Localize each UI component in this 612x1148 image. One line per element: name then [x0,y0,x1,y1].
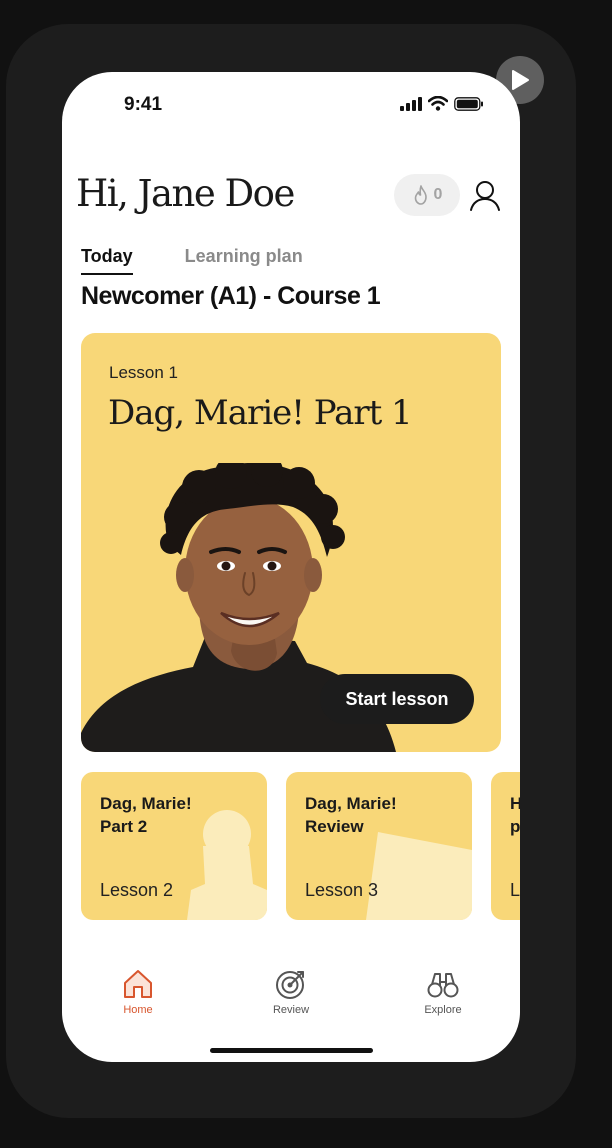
nav-home-label: Home [123,1004,153,1016]
lesson-card-3[interactable]: Dag, Marie! Review Lesson 3 [286,772,472,920]
tab-learning-plan[interactable]: Learning plan [185,246,303,275]
tab-today[interactable]: Today [81,246,133,275]
lesson-4-title-line-1: H [510,794,520,813]
lesson-2-title-line-2: Part 2 [100,817,148,836]
status-time: 9:41 [124,94,163,115]
upcoming-lessons-row: Dag, Marie! Part 2 Lesson 2 Dag, Marie! … [81,772,520,920]
lesson-3-number: Lesson 3 [305,880,379,900]
featured-lesson-card[interactable]: Lesson 1 Dag, Marie! Part 1 Start lesson [81,333,501,752]
featured-lesson-number: Lesson 1 [109,363,178,382]
nav-review-label: Review [272,1004,310,1016]
flame-icon [414,185,427,205]
streak-counter[interactable]: 0 [394,174,460,216]
lesson-4-title-line-2: p [510,817,520,836]
nav-explore[interactable]: Explore [398,968,488,1016]
lesson-3-shape-illustration [366,832,472,920]
play-icon [512,70,529,90]
bottom-navigation: Home Review Explore [62,968,520,1028]
greeting-title: Hi, Jane Doe [76,172,295,215]
wifi-icon [428,96,448,111]
lesson-3-title: Dag, Marie! Review [305,792,455,838]
lesson-3-title-line-1: Dag, Marie! [305,794,397,813]
course-title: Newcomer (A1) - Course 1 [81,282,381,310]
lesson-2-title-line-1: Dag, Marie! [100,794,192,813]
profile-button[interactable] [468,178,502,212]
lesson-2-number: Lesson 2 [100,880,174,900]
phone-screen: 9:41 Hi, Jane Doe 0 Today Learning plan … [62,72,520,1062]
start-lesson-button[interactable]: Start lesson [320,674,474,724]
nav-review[interactable]: Review [246,968,336,1016]
lesson-2-title: Dag, Marie! Part 2 [100,792,250,838]
nav-explore-label: Explore [424,1004,462,1016]
lesson-card-4[interactable]: H p L [491,772,520,920]
binoculars-icon [427,973,459,998]
home-icon [124,970,152,998]
lesson-4-number: L [510,880,520,900]
streak-count: 0 [433,186,443,203]
home-indicator [210,1048,373,1053]
status-icons [400,96,484,111]
user-icon [470,181,500,211]
featured-lesson-title: Dag, Marie! Part 1 [108,393,413,433]
target-icon [276,971,304,999]
lesson-card-2[interactable]: Dag, Marie! Part 2 Lesson 2 [81,772,267,920]
lesson-4-title: H p [510,792,520,838]
battery-icon [454,96,483,111]
signal-icon [400,96,422,111]
nav-home[interactable]: Home [93,968,183,1016]
tab-bar: Today Learning plan [81,246,303,275]
lesson-3-title-line-2: Review [305,817,364,836]
